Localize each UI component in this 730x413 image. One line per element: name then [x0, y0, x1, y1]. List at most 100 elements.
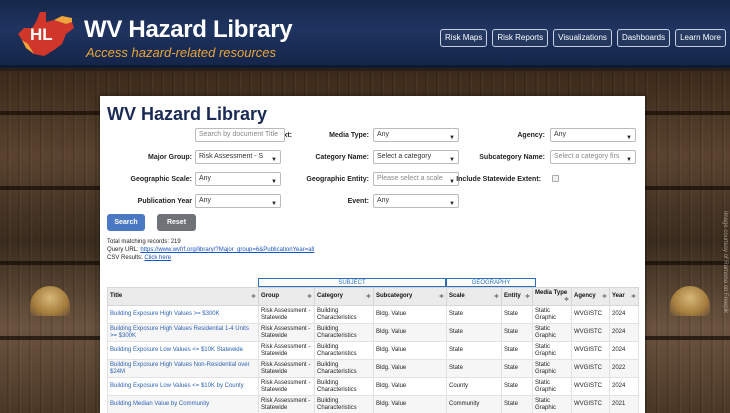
sort-icon[interactable]: ≑ [525, 293, 530, 300]
column-header-category[interactable]: Category ≑ [314, 287, 374, 306]
results-table: Title ≑ Group ≑ Category ≑ Subcategory ≑ Sca… [107, 287, 639, 413]
image-credit: Image courtesy of Ramona on Freepik [722, 211, 728, 314]
row-group: Risk Assessment - Statewide [258, 377, 315, 396]
sort-icon[interactable]: ≑ [564, 296, 569, 303]
row-scale: State [446, 305, 502, 324]
column-header-title[interactable]: Title ≑ [107, 287, 259, 306]
site-title[interactable]: WV Hazard Library [84, 16, 293, 44]
geographic-scale-label: Geographic Scale: [130, 176, 192, 183]
publication-year-value: Any [199, 197, 212, 204]
publication-year-label: Publication Year [137, 198, 192, 205]
reset-button[interactable]: Reset [157, 214, 196, 231]
row-subcategory: Bldg. Value [373, 395, 447, 413]
sort-icon[interactable]: ≑ [251, 293, 256, 300]
column-header-year[interactable]: Year ≑ [609, 287, 639, 306]
row-group: Risk Assessment - Statewide [258, 323, 315, 342]
csv-click-here-link[interactable]: Click here [144, 255, 171, 261]
row-media-type: Static Graphic [532, 341, 572, 360]
table-row[interactable]: Building Median Value by Community Risk … [107, 395, 639, 413]
event-label: Event: [347, 198, 369, 205]
nav-risk-reports[interactable]: Risk Reports [492, 29, 549, 47]
column-header-media-type[interactable]: Media Type ≑ [532, 287, 572, 306]
publication-year-select[interactable]: Any ▼ [195, 194, 281, 208]
event-select[interactable]: Any ▼ [373, 194, 459, 208]
free-text-input[interactable]: Search by document Title [195, 128, 285, 142]
statewide-extent-label: Include Statewide Extent: [456, 176, 541, 183]
sort-icon[interactable]: ≑ [631, 293, 636, 300]
column-header-subcategory[interactable]: Subcategory ≑ [373, 287, 447, 306]
row-agency: WVGISTC [571, 377, 610, 396]
top-nav: Risk Maps Risk Reports Visualizations Da… [440, 29, 726, 47]
geographic-scale-select[interactable]: Any ▼ [195, 172, 281, 186]
sort-icon[interactable]: ≑ [439, 293, 444, 300]
row-year: 2022 [609, 359, 639, 378]
row-year: 2024 [609, 305, 639, 324]
row-agency: WVGISTC [571, 305, 610, 324]
subject-group-header: SUBJECT [258, 278, 446, 287]
row-title-link[interactable]: Building Exposure High Values >= $300K [107, 305, 259, 324]
sort-icon[interactable]: ≑ [602, 293, 607, 300]
nav-learn-more[interactable]: Learn More [675, 29, 726, 47]
sort-icon[interactable]: ≑ [494, 293, 499, 300]
nav-dashboards[interactable]: Dashboards [616, 29, 671, 47]
wv-hazard-logo[interactable]: HL [14, 10, 76, 62]
lamp-light [30, 286, 70, 316]
sort-icon[interactable]: ≑ [307, 293, 312, 300]
row-scale: County [446, 377, 502, 396]
category-name-value: Select a category [377, 153, 432, 160]
table-row[interactable]: Building Exposure High Values Non-Reside… [107, 359, 639, 378]
table-row[interactable]: Building Exposure Low Values <= $10K Sta… [107, 341, 639, 360]
row-title-link[interactable]: Building Exposure Low Values <= $10K Sta… [107, 341, 259, 360]
chevron-down-icon: ▼ [271, 201, 277, 207]
row-category: Building Characteristics [314, 341, 374, 360]
geographic-entity-select[interactable]: Please select a scale ▼ [373, 172, 459, 186]
geographic-entity-label: Geographic Entity: [306, 176, 369, 183]
row-title-link[interactable]: Building Exposure High Values Non-Reside… [107, 359, 259, 378]
row-entity: State [501, 305, 533, 324]
row-category: Building Characteristics [314, 359, 374, 378]
category-name-label: Category Name: [315, 154, 369, 161]
site-header: HL WV Hazard Library Access hazard-relat… [0, 0, 730, 68]
subcategory-name-select[interactable]: Select a category firs ▼ [550, 150, 636, 164]
row-media-type: Static Graphic [532, 323, 572, 342]
row-category: Building Characteristics [314, 395, 374, 413]
logo-letters: HL [30, 25, 53, 44]
query-url-link[interactable]: https://www.wvfrf.org/library/?Major_gro… [140, 247, 314, 253]
search-button[interactable]: Search [107, 214, 145, 231]
agency-label: Agency: [517, 132, 545, 139]
table-row[interactable]: Building Exposure Low Values <= $10K by … [107, 377, 639, 396]
column-header-entity[interactable]: Entity ≑ [501, 287, 533, 306]
sort-icon[interactable]: ≑ [366, 293, 371, 300]
nav-risk-maps[interactable]: Risk Maps [440, 29, 488, 47]
category-name-select[interactable]: Select a category ▼ [373, 150, 459, 164]
column-header-scale[interactable]: Scale ≑ [446, 287, 502, 306]
table-header-row: Title ≑ Group ≑ Category ≑ Subcategory ≑ Sca… [107, 287, 639, 306]
csv-results-label: CSV Results: [107, 255, 145, 261]
chevron-down-icon: ▼ [626, 135, 632, 141]
row-title-link[interactable]: Building Exposure Low Values <= $10K by … [107, 377, 259, 396]
table-row[interactable]: Building Exposure High Values >= $300K R… [107, 305, 639, 324]
nav-visualizations[interactable]: Visualizations [553, 29, 612, 47]
subcategory-name-label: Subcategory Name: [479, 154, 545, 161]
csv-results-line: CSV Results: Click here [107, 255, 171, 261]
statewide-extent-checkbox[interactable] [552, 175, 559, 182]
row-title-link[interactable]: Building Exposure High Values Residentia… [107, 323, 259, 342]
major-group-select[interactable]: Risk Assessment - S ▼ [195, 150, 281, 164]
column-header-group[interactable]: Group ≑ [258, 287, 315, 306]
row-entity: State [501, 323, 533, 342]
agency-value: Any [554, 131, 567, 138]
chevron-down-icon: ▼ [449, 135, 455, 141]
media-type-select[interactable]: Any ▼ [373, 128, 459, 142]
row-agency: WVGISTC [571, 395, 610, 413]
row-entity: State [501, 377, 533, 396]
table-row[interactable]: Building Exposure High Values Residentia… [107, 323, 639, 342]
row-subcategory: Bldg. Value [373, 359, 447, 378]
site-subtitle: Access hazard-related resources [86, 45, 277, 60]
major-group-value: Risk Assessment - S [199, 153, 264, 160]
row-agency: WVGISTC [571, 359, 610, 378]
column-header-agency[interactable]: Agency ≑ [571, 287, 610, 306]
agency-select[interactable]: Any ▼ [550, 128, 636, 142]
row-title-link[interactable]: Building Median Value by Community [107, 395, 259, 413]
row-media-type: Static Graphic [532, 395, 572, 413]
row-year: 2024 [609, 341, 639, 360]
